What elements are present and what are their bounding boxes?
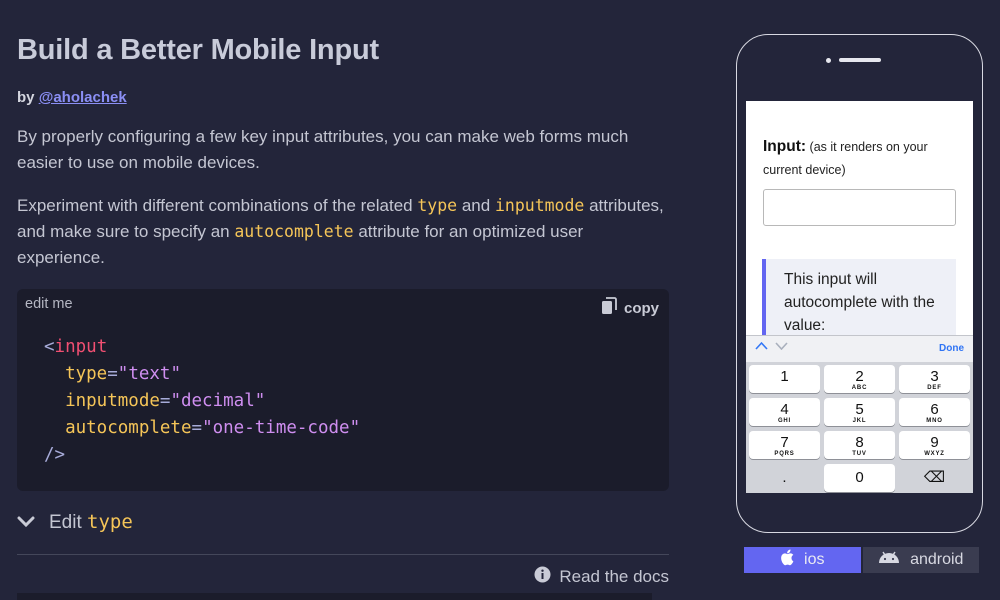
key-decimal[interactable]: . — [749, 464, 820, 492]
p2-code-type: type — [417, 196, 458, 215]
edit-label: Edit — [49, 512, 82, 533]
autocomplete-note-text: This input will autocomplete with the va… — [784, 271, 935, 334]
chevron-down-icon[interactable] — [775, 341, 788, 353]
copy-icon — [601, 297, 617, 319]
article: Build a Better Mobile Input by @aholache… — [17, 0, 669, 600]
read-docs-label: Read the docs — [559, 567, 669, 586]
copy-label: copy — [623, 299, 659, 317]
code-attr-value: "text" — [117, 364, 181, 384]
code-editor[interactable]: edit me copy <input type="text" inputmod… — [17, 289, 669, 491]
ios-button[interactable]: ios — [744, 547, 861, 573]
input-label: Input: (as it renders on your current de… — [763, 135, 963, 182]
code-tag-close: /> — [44, 445, 66, 465]
key-3[interactable]: 3 DEF — [899, 365, 970, 393]
ios-label: ios — [804, 551, 825, 568]
p2-code-autocomplete: autocomplete — [234, 222, 354, 241]
key-4[interactable]: 4 GHI — [749, 398, 820, 426]
phone-preview: Input: (as it renders on your current de… — [736, 34, 983, 533]
edit-type-toggle[interactable]: Edit type — [17, 511, 133, 534]
author-link[interactable]: @aholachek — [39, 89, 127, 106]
read-docs-link[interactable]: Read the docs — [534, 566, 669, 588]
key-9[interactable]: 9 WXYZ — [899, 431, 970, 459]
keyboard-done-button[interactable]: Done — [939, 343, 964, 354]
preview-input[interactable] — [763, 189, 956, 226]
phone-speaker — [839, 58, 881, 62]
key-2[interactable]: 2 ABC — [824, 365, 895, 393]
instructions-paragraph: Experiment with different combinations o… — [17, 193, 669, 271]
key-1[interactable]: 1 — [749, 365, 820, 393]
editor-label: edit me — [25, 296, 73, 312]
input-label-title: Input: — [763, 138, 807, 155]
code-attr-name: type — [65, 364, 108, 384]
key-7[interactable]: 7 PQRS — [749, 431, 820, 459]
chevron-up-icon[interactable] — [755, 341, 768, 353]
apple-icon — [780, 549, 794, 571]
info-icon — [534, 566, 551, 588]
code-tag-name: input — [54, 337, 108, 357]
chevron-down-icon — [17, 512, 35, 534]
android-button[interactable]: android — [862, 547, 979, 573]
keyboard-toolbar: Done — [746, 335, 973, 362]
backspace-icon[interactable]: ⌫ — [899, 464, 970, 492]
code-attr-value: "one-time-code" — [202, 418, 361, 438]
key-0[interactable]: 0 — [824, 464, 895, 492]
phone-screen: Input: (as it renders on your current de… — [746, 101, 973, 493]
next-editor-edge — [17, 593, 652, 600]
copy-button[interactable]: copy — [601, 297, 659, 319]
code-content[interactable]: <input type="text" inputmode="decimal" a… — [44, 334, 360, 469]
byline-prefix: by — [17, 89, 35, 106]
edit-code: type — [87, 511, 133, 533]
p2-text-b: and — [461, 196, 491, 215]
byline: by @aholachek — [17, 89, 127, 106]
page-title: Build a Better Mobile Input — [17, 34, 379, 66]
code-attr-name: autocomplete — [65, 418, 192, 438]
code-tag-open: < — [44, 337, 55, 357]
phone-camera — [826, 58, 831, 63]
code-attr-name: inputmode — [65, 391, 160, 411]
divider — [17, 554, 669, 555]
android-icon — [878, 551, 900, 569]
p2-text-a: Experiment with different combinations o… — [17, 196, 413, 215]
intro-paragraph: By properly configuring a few key input … — [17, 127, 629, 172]
key-6[interactable]: 6 MNO — [899, 398, 970, 426]
key-8[interactable]: 8 TUV — [824, 431, 895, 459]
key-5[interactable]: 5 JKL — [824, 398, 895, 426]
code-attr-value: "decimal" — [170, 391, 266, 411]
android-label: android — [910, 551, 964, 568]
numeric-keyboard: Done 1 2 ABC 3 DEF 4 GHI 5 JKL 6 MNO 7 PQRS 8T… — [746, 335, 973, 493]
platform-switch: ios android — [744, 547, 979, 573]
p2-code-inputmode: inputmode — [494, 196, 585, 215]
